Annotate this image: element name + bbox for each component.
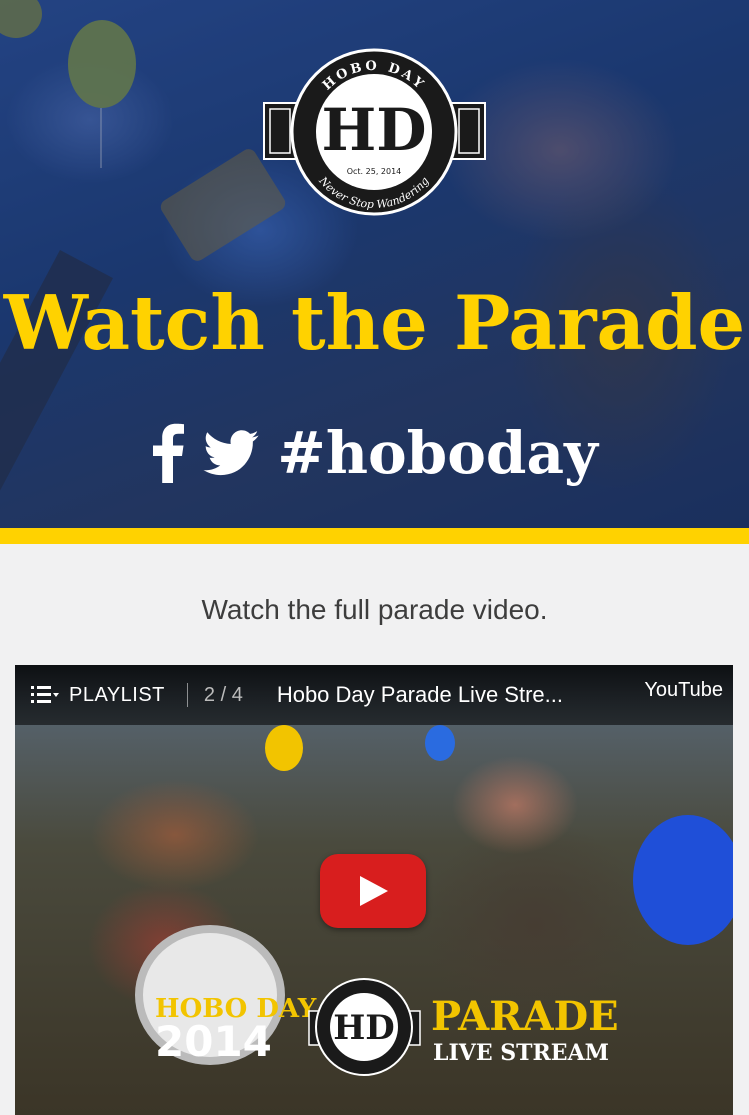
overlay-parade: PARADE xyxy=(431,993,619,1040)
overlay-live-stream: LIVE STREAM xyxy=(433,1040,609,1066)
video-overlay-graphic: HOBO DAY 2014 HD PARADE LIVE STREAM xyxy=(155,975,619,1085)
accent-divider xyxy=(0,528,749,544)
balloon-decoration xyxy=(425,725,455,761)
page-title: Watch the Parade xyxy=(3,279,746,367)
logo-monogram: HD xyxy=(321,96,426,164)
play-icon xyxy=(360,876,388,906)
youtube-logo[interactable]: YouTube xyxy=(644,679,723,702)
youtube-video-embed[interactable]: PLAYLIST 2 / 4 Hobo Day Parade Live Stre… xyxy=(15,665,733,1115)
logo-monogram: HD xyxy=(333,1008,395,1048)
hashtag-label[interactable]: #hoboday xyxy=(277,418,598,488)
balloon-decoration xyxy=(633,815,733,945)
hobo-day-logo: HD xyxy=(308,978,421,1076)
playlist-count: 2 / 4 xyxy=(203,683,243,706)
balloon-decoration xyxy=(265,725,303,771)
facebook-icon[interactable] xyxy=(151,423,185,483)
playlist-icon[interactable] xyxy=(31,684,59,706)
divider xyxy=(186,683,188,707)
video-title-link[interactable]: Hobo Day Parade Live Stre... xyxy=(277,682,607,708)
twitter-icon[interactable] xyxy=(203,430,259,476)
hobo-day-logo: HOBO DAY Never Stop Wandering HD Oct. 25… xyxy=(263,48,486,216)
logo-date: Oct. 25, 2014 xyxy=(347,167,402,176)
video-top-bar: PLAYLIST 2 / 4 Hobo Day Parade Live Stre… xyxy=(15,665,733,725)
playlist-button[interactable]: PLAYLIST xyxy=(69,684,165,707)
video-intro-text: Watch the full parade video. xyxy=(201,594,548,625)
overlay-year: 2014 xyxy=(155,1017,272,1066)
social-row: #hoboday xyxy=(0,418,749,488)
play-button[interactable] xyxy=(320,854,426,928)
hero-banner: HOBO DAY Never Stop Wandering HD Oct. 25… xyxy=(0,0,749,528)
